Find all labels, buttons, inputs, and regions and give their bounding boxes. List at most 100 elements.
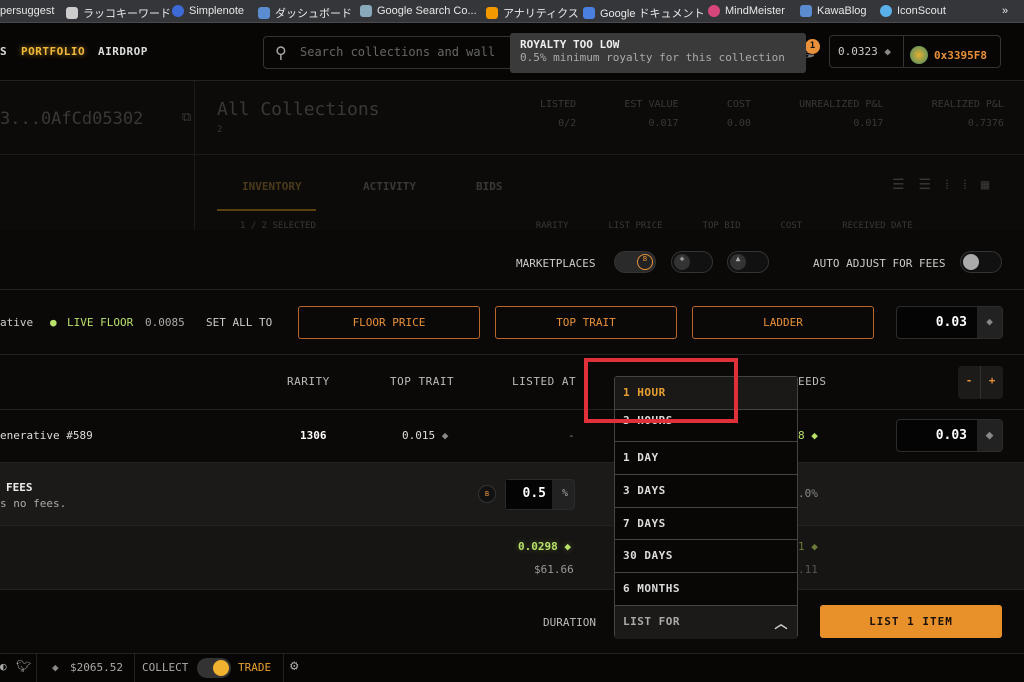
wallet-address[interactable]: 0x3395F8: [904, 36, 1000, 67]
bookmark-label: persuggest: [0, 5, 55, 17]
proceeds-total: 1 ◆: [798, 540, 818, 553]
marketplace-opensea-toggle[interactable]: ◈: [671, 251, 713, 273]
set-all-price-input[interactable]: 0.03 ◆: [896, 306, 1003, 339]
bookmark-icon: [66, 7, 78, 19]
eth-icon: ◆: [811, 429, 818, 442]
bookmark-icon: [360, 5, 372, 17]
search-input[interactable]: ⚲ Search collections and wall: [263, 36, 523, 69]
collect-label: COLLECT: [142, 661, 189, 674]
price-value: 0.03: [935, 315, 967, 330]
bookmark[interactable]: ダッシュボード: [258, 5, 352, 21]
bookmark[interactable]: ラッコキーワード: [66, 5, 171, 21]
live-dot-icon: ●: [50, 316, 57, 329]
duration-option-3-days[interactable]: 3 DAYS: [615, 475, 797, 508]
stepper: - +: [958, 366, 1003, 399]
duration-option-7-days[interactable]: 7 DAYS: [615, 508, 797, 541]
marketplace-blur-toggle[interactable]: B: [614, 251, 656, 273]
nav-item[interactable]: S: [0, 45, 7, 58]
bookmark-icon: [172, 5, 184, 17]
bookmark[interactable]: Simplenote: [172, 5, 244, 17]
blur-icon: B: [478, 485, 496, 503]
bg-header: COST: [780, 221, 803, 230]
auto-adjust-toggle[interactable]: [960, 251, 1002, 273]
floor-price-button[interactable]: FLOOR PRICE: [298, 306, 480, 339]
set-all-row: ative ● LIVE FLOOR 0.0085 SET ALL TO FLO…: [0, 290, 1024, 355]
bookmark-icon: [880, 5, 892, 17]
collections-count: 2: [217, 125, 223, 135]
fees-row: FEES s no fees. B 0.5% .0%: [0, 463, 1024, 526]
item-rarity: 1306: [300, 429, 327, 442]
notification-badge: 1: [805, 39, 820, 54]
wallet-widget[interactable]: 0.0323 ◆ 0x3395F8: [829, 35, 1001, 68]
toggle-knob: [963, 254, 979, 270]
stat: UNREALIZED P&L 0.017: [799, 99, 883, 129]
duration-option-1-day[interactable]: 1 DAY: [615, 442, 797, 476]
bookmark-icon: [583, 7, 595, 19]
duration-select[interactable]: LIST FOR ︿: [615, 605, 797, 639]
header-listed-at: LISTED AT: [512, 375, 577, 388]
bookmark[interactable]: Google Search Co...: [360, 5, 477, 17]
top-trait-button[interactable]: TOP TRAIT: [495, 306, 677, 339]
marketplaces-label: MARKETPLACES: [516, 257, 596, 270]
bookmark[interactable]: MindMeister: [708, 5, 785, 17]
duration-label: DURATION: [543, 616, 596, 629]
marketplace-looksrare-toggle[interactable]: ▲: [727, 251, 769, 273]
collections-title: All Collections: [217, 99, 380, 120]
increment-button[interactable]: +: [981, 366, 1003, 399]
stat-value: 0.00: [726, 118, 751, 129]
marketplace-icon: ◈: [674, 254, 690, 270]
bookmark-label: Google ドキュメント: [600, 8, 705, 20]
avatar: [910, 46, 928, 64]
bookmark[interactable]: KawaBlog: [800, 5, 867, 17]
decrement-button[interactable]: -: [958, 366, 981, 399]
total-usd: $61.66: [534, 563, 574, 576]
total-eth-value: 0.0298: [518, 540, 558, 553]
collect-trade-toggle[interactable]: [197, 658, 231, 678]
bookmark-icon: [708, 5, 720, 17]
price-value: 0.03: [935, 428, 967, 443]
view-icons: ☰☰⁞⁞▦: [892, 177, 1004, 193]
nav-item-airdrop[interactable]: AIRDROP: [98, 45, 148, 58]
discord-icon[interactable]: ◐: [0, 660, 7, 673]
item-row: enerative #589 1306 0.015 ◆ - 8 ◆ 0.03 ◆: [0, 410, 1024, 463]
stat: EST VALUE 0.017: [624, 99, 678, 129]
royalty-input[interactable]: 0.5%: [505, 479, 575, 510]
stat-value: 0.017: [648, 118, 679, 129]
fees-description: s no fees.: [0, 497, 67, 510]
tooltip-title: ROYALTY TOO LOW: [520, 38, 620, 51]
list-item-button[interactable]: LIST 1 ITEM: [820, 605, 1002, 638]
duration-option-6-months[interactable]: 6 MONTHS: [615, 573, 797, 606]
fees-title: FEES: [6, 481, 33, 494]
bg-header: LIST PRICE: [608, 221, 663, 230]
bookmark[interactable]: IconScout: [880, 5, 946, 17]
twitter-icon[interactable]: 🐦︎: [16, 659, 31, 673]
tab-inventory: INVENTORY: [242, 180, 302, 193]
eth-icon: ◆: [977, 307, 1002, 338]
bookmark[interactable]: アナリティクス: [486, 5, 579, 21]
eth-icon: ◆: [52, 661, 59, 674]
auto-adjust-label: AUTO ADJUST FOR FEES: [813, 257, 946, 270]
nav-item-portfolio[interactable]: PORTFOLIO: [21, 45, 85, 58]
stat: LISTED 0/2: [540, 99, 576, 129]
totals-row: 0.0298 ◆ $61.66 1 ◆ .11: [0, 526, 1024, 590]
bookmark-label: ダッシュボード: [275, 8, 352, 20]
bookmark-label: アナリティクス: [503, 8, 579, 20]
trade-label: TRADE: [238, 661, 272, 674]
collection-name: ative: [0, 316, 34, 329]
item-name: enerative #589: [0, 429, 93, 442]
duration-selected: LIST FOR: [623, 614, 680, 628]
header-proceeds: EEDS: [798, 375, 827, 388]
search-icon: ⚲: [275, 43, 287, 62]
blur-icon: B: [637, 254, 653, 270]
ladder-button[interactable]: LADDER: [692, 306, 874, 339]
bookmark[interactable]: Google ドキュメント: [583, 5, 705, 21]
stat-value: 0.7376: [967, 118, 1004, 129]
bookmark[interactable]: persuggest: [0, 5, 54, 17]
wallet-label: 0x3395F8: [934, 48, 987, 62]
settings-gear-icon[interactable]: ⚙: [290, 658, 298, 674]
item-price-input[interactable]: 0.03 ◆: [896, 419, 1003, 452]
more-bookmarks[interactable]: »: [1002, 5, 1008, 17]
duration-option-30-days[interactable]: 30 DAYS: [615, 540, 797, 574]
stat-value: 0/2: [558, 118, 577, 129]
table-header: RARITY TOP TRAIT LISTED AT EEDS - +: [0, 355, 1024, 410]
